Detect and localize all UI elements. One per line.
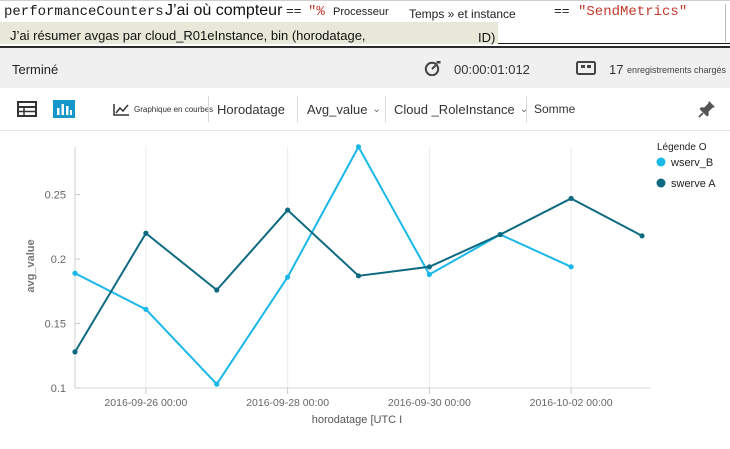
- chart-type-label: Graphique en courbes: [134, 104, 214, 114]
- legend: Légende O wserv_Bswerve A: [656, 142, 716, 190]
- line-chart: 0.1 0.15 0.2 0.25 2016-09-26 00:00 2016-09-28…: [0, 131, 730, 444]
- x-axis-title: horodatage [UTC I: [312, 414, 403, 426]
- y-tick-label: 0.25: [45, 190, 66, 202]
- data-point[interactable]: [214, 381, 220, 387]
- chart-toolbar: Graphique en courbes Horodatage Avg_valu…: [0, 88, 730, 131]
- data-point[interactable]: [72, 270, 78, 276]
- legend-swatch: [656, 157, 666, 167]
- data-point[interactable]: [568, 264, 574, 270]
- editor-underline: [498, 43, 730, 44]
- query-summarize-tail: ID): [478, 30, 496, 45]
- data-point[interactable]: [426, 271, 432, 278]
- x-tick-label: 2016-09-28 00:00: [246, 397, 329, 409]
- record-count: 17: [609, 62, 624, 77]
- status-bar: Terminé 00:00:01:012 17 enregistrements …: [0, 48, 730, 89]
- split-by-dropdown[interactable]: Cloud _RoleInstance ⌄: [394, 88, 528, 130]
- series-line-1: [74, 145, 572, 386]
- query-line-1[interactable]: performanceCounters J’ai où compteur == …: [0, 0, 730, 23]
- toolbar-divider: [385, 96, 386, 122]
- y-axis-dropdown[interactable]: Avg_value ⌄: [307, 88, 381, 130]
- x-axis-field[interactable]: Horodatage: [217, 88, 285, 130]
- pin-button[interactable]: [698, 88, 716, 130]
- data-point[interactable]: [426, 264, 432, 270]
- data-point[interactable]: [355, 273, 362, 279]
- query-where-text: J’ai où compteur: [165, 2, 283, 19]
- aggregation-selector[interactable]: Somme: [534, 88, 575, 130]
- chart-view-button[interactable]: [53, 88, 75, 130]
- line-chart-icon: [113, 103, 129, 116]
- y-tick-label: 0.2: [51, 254, 66, 266]
- query-string-1: "%: [308, 4, 325, 20]
- x-tick-label: 2016-10-02 00:00: [530, 397, 613, 409]
- y-tick-label: 0.15: [45, 319, 66, 331]
- query-operator-1: ==: [286, 4, 302, 19]
- editor-edge: [725, 4, 726, 42]
- pin-icon: [698, 101, 715, 118]
- records-label: enregistrements chargés: [627, 65, 727, 75]
- query-string-1-word: Processeur: [333, 6, 389, 18]
- x-tick-label: 2016-09-26 00:00: [104, 397, 187, 409]
- data-point[interactable]: [285, 274, 291, 280]
- stopwatch-icon: [424, 60, 442, 81]
- query-string-2: "SendMetrics": [578, 4, 688, 20]
- query-and-text: Temps » et instance: [409, 7, 516, 21]
- toolbar-divider: [526, 96, 527, 122]
- data-point[interactable]: [355, 144, 362, 150]
- legend-label[interactable]: wserv_B: [670, 157, 713, 169]
- aggregation-label: Somme: [534, 102, 576, 116]
- bar-chart-icon: [53, 100, 75, 118]
- legend-title: Légende O: [657, 142, 707, 153]
- query-summarize-text: J’ai résumer avgas par cloud_R01eInstanc…: [10, 28, 366, 43]
- line-chart-canvas: 0.1 0.15 0.2 0.25 2016-09-26 00:00 2016-09-28…: [25, 142, 716, 426]
- chevron-down-icon: ⌄: [372, 103, 381, 115]
- toolbar-divider: [208, 96, 209, 122]
- data-point[interactable]: [143, 230, 149, 236]
- data-point[interactable]: [214, 287, 220, 293]
- data-point[interactable]: [497, 231, 503, 238]
- data-point[interactable]: [72, 349, 78, 355]
- data-point[interactable]: [285, 207, 291, 213]
- table-icon: [17, 101, 37, 117]
- table-view-button[interactable]: [17, 88, 37, 130]
- x-tick-label: 2016-09-30 00:00: [388, 397, 471, 409]
- y-axis-title: avg_value: [25, 239, 37, 292]
- query-duration: 00:00:01:012: [454, 62, 530, 77]
- legend-swatch: [656, 178, 666, 188]
- legend-label[interactable]: swerve A: [671, 178, 716, 190]
- query-editor[interactable]: performanceCounters J’ai où compteur == …: [0, 0, 730, 46]
- data-point[interactable]: [639, 233, 645, 239]
- data-point[interactable]: [143, 306, 149, 312]
- status-text: Terminé: [12, 62, 59, 77]
- query-table-name: performanceCounters: [4, 4, 164, 20]
- split-by-field-label: Cloud _RoleInstance: [394, 101, 515, 117]
- y-tick-label: 0.1: [51, 383, 66, 395]
- data-point[interactable]: [568, 195, 574, 202]
- records-icon: [576, 61, 596, 80]
- x-axis-field-label: Horodatage: [217, 101, 285, 117]
- toolbar-divider: [297, 96, 298, 122]
- query-operator-2: ==: [554, 4, 570, 19]
- y-axis-field-label: Avg_value: [307, 101, 368, 117]
- chart-type-selector[interactable]: Graphique en courbes: [113, 88, 213, 130]
